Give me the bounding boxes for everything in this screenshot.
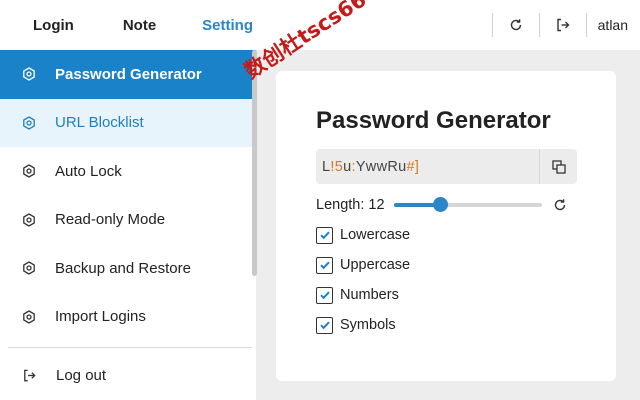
sidebar-item-url-blocklist[interactable]: URL Blocklist — [0, 98, 256, 147]
gear-icon — [23, 309, 35, 324]
password-generator-panel: Password Generator L!5u:YwwRu#] Length: … — [276, 71, 616, 381]
logout-icon — [556, 18, 570, 32]
option-label: Lowercase — [340, 227, 411, 243]
sidebar-item-auto-lock[interactable]: Auto Lock — [0, 147, 256, 196]
logout-button[interactable] — [540, 0, 586, 50]
sidebar-divider — [8, 347, 252, 348]
sidebar-item-backup-and-restore[interactable]: Backup and Restore — [0, 244, 256, 293]
sidebar-item-log-out[interactable]: Log out — [0, 350, 252, 400]
logout-icon — [24, 369, 36, 381]
gear-icon — [23, 164, 35, 179]
page-title: Password Generator — [316, 107, 551, 134]
sidebar-item-password-generator[interactable]: Password Generator — [0, 50, 256, 99]
sidebar: Password Generator URL Blocklist Auto Lo… — [0, 50, 256, 400]
length-row: Length: 12 — [316, 195, 576, 215]
length-slider[interactable] — [394, 197, 542, 212]
check-icon — [319, 291, 330, 300]
sidebar-item-import-logins[interactable]: Import Logins — [0, 293, 256, 342]
top-bar: Login Note Setting atlan — [0, 0, 640, 50]
gear-icon — [23, 115, 35, 130]
regenerate-button[interactable] — [552, 197, 568, 213]
gear-icon — [23, 261, 35, 276]
sidebar-item-label: Read-only Mode — [55, 211, 166, 229]
checkbox-uppercase[interactable] — [316, 256, 333, 274]
user-name[interactable]: atlan — [587, 17, 640, 33]
sidebar-item-label: Import Logins — [55, 308, 146, 326]
option-label: Uppercase — [340, 257, 411, 273]
option-uppercase[interactable]: Uppercase — [316, 255, 410, 275]
refresh-button[interactable] — [493, 0, 539, 50]
sidebar-item-label: Log out — [56, 366, 107, 384]
tab-setting[interactable]: Setting — [202, 17, 253, 34]
copy-button[interactable] — [539, 149, 577, 184]
slider-thumb[interactable] — [432, 197, 448, 212]
option-label: Symbols — [340, 317, 396, 333]
refresh-icon — [554, 199, 566, 211]
check-icon — [319, 321, 330, 330]
gear-icon — [23, 67, 35, 82]
option-numbers[interactable]: Numbers — [316, 285, 399, 305]
sidebar-item-read-only-mode[interactable]: Read-only Mode — [0, 196, 256, 245]
sidebar-item-label: Auto Lock — [55, 162, 122, 180]
sidebar-scrollbar[interactable] — [252, 50, 257, 276]
checkbox-symbols[interactable] — [316, 316, 333, 334]
top-actions: atlan — [491, 0, 640, 50]
sidebar-item-label: URL Blocklist — [55, 114, 144, 132]
option-lowercase[interactable]: Lowercase — [316, 225, 410, 245]
sidebar-item-label: Backup and Restore — [55, 259, 191, 277]
checkbox-numbers[interactable] — [316, 286, 333, 304]
gear-icon — [23, 212, 35, 227]
option-label: Numbers — [340, 287, 399, 303]
generated-password[interactable]: L!5u:YwwRu#] — [316, 159, 539, 175]
length-label: Length: 12 — [316, 197, 385, 213]
check-icon — [319, 231, 330, 240]
refresh-icon — [510, 19, 521, 31]
check-icon — [319, 261, 330, 270]
tab-note[interactable]: Note — [123, 17, 156, 34]
checkbox-lowercase[interactable] — [316, 226, 333, 244]
tab-login[interactable]: Login — [33, 17, 74, 34]
copy-icon — [551, 159, 566, 174]
sidebar-item-label: Password Generator — [55, 65, 202, 83]
password-field[interactable]: L!5u:YwwRu#] — [316, 149, 577, 184]
top-nav: Login Note Setting — [0, 0, 253, 50]
option-symbols[interactable]: Symbols — [316, 315, 396, 335]
